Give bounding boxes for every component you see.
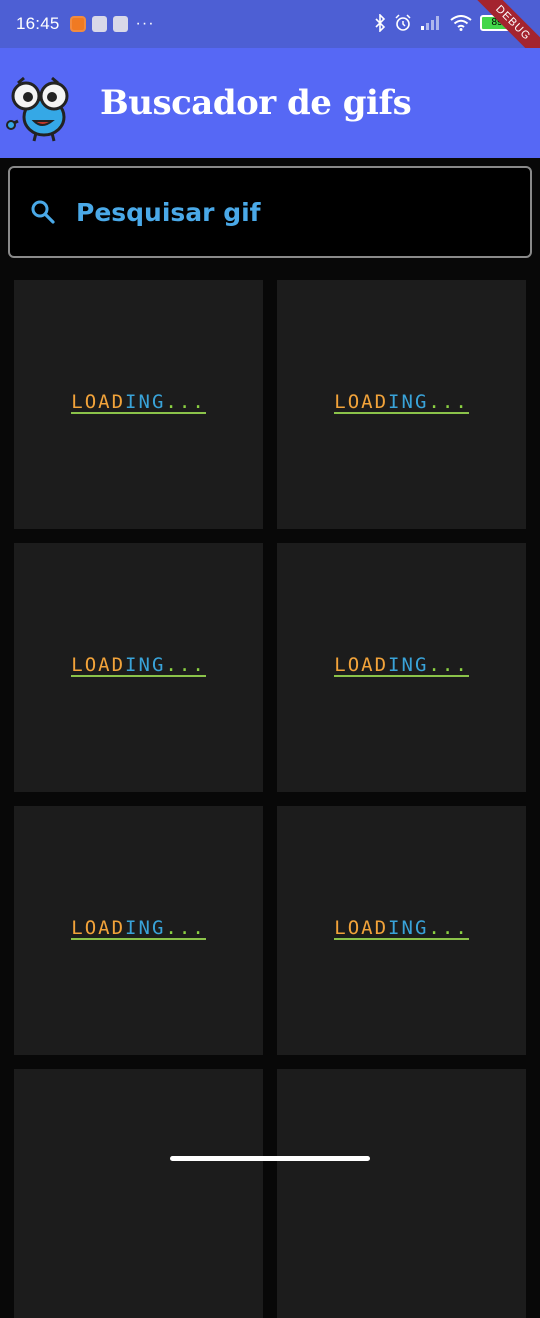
app-notification-icon: [69, 16, 86, 32]
loading-indicator: LOADING...: [71, 917, 206, 940]
search-field[interactable]: Pesquisar gif: [8, 166, 532, 258]
alarm-icon: [395, 14, 411, 31]
gif-tile[interactable]: LOADING...: [277, 280, 526, 529]
more-notifications-icon: ···: [135, 15, 155, 32]
gif-tile[interactable]: LOADING...: [277, 543, 526, 792]
gif-tile[interactable]: LOADING...: [277, 806, 526, 1055]
app-notification-icon: [91, 16, 107, 32]
loading-indicator: LOADING...: [334, 654, 469, 677]
gif-tile[interactable]: LOADING...: [14, 280, 263, 529]
wifi-icon: [450, 15, 472, 31]
loading-indicator: LOADING...: [334, 391, 469, 414]
loading-indicator: LOADING...: [334, 917, 469, 940]
page-title: Buscador de gifs: [100, 83, 412, 123]
loading-indicator: LOADING...: [71, 391, 206, 414]
signal-icon: [421, 16, 439, 30]
binoculars-mascot-icon: [6, 76, 69, 142]
gif-tile[interactable]: LOADING...: [14, 543, 263, 792]
status-time: 16:45: [16, 14, 60, 33]
gif-tile[interactable]: LOADING...: [14, 806, 263, 1055]
home-indicator[interactable]: [170, 1156, 370, 1161]
loading-indicator: LOADING...: [71, 654, 206, 677]
gif-grid: LOADING... LOADING... LOADING... LOADING…: [14, 280, 526, 1318]
search-icon: [31, 200, 55, 224]
gif-tile[interactable]: [277, 1069, 526, 1318]
app-bar: Buscador de gifs: [0, 48, 540, 158]
bluetooth-icon: [375, 14, 386, 32]
status-bar: 16:45 ··· 89 DEBUG: [0, 0, 540, 69]
app-notification-icon: [112, 16, 128, 32]
notification-icons: [69, 16, 128, 32]
search-input[interactable]: Pesquisar gif: [76, 198, 261, 227]
gif-tile[interactable]: [14, 1069, 263, 1318]
